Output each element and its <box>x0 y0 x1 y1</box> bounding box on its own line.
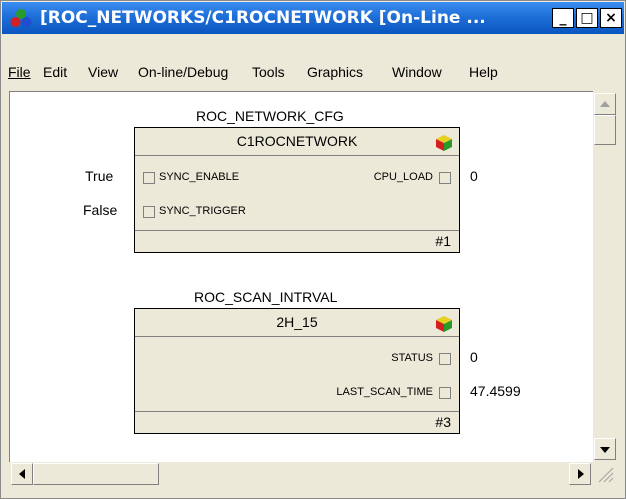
scroll-right-icon <box>578 469 584 479</box>
menu-tools-label: Tools <box>252 64 285 80</box>
block2-instance-name: 2H_15 <box>276 314 318 330</box>
block1-number: #1 <box>435 233 451 249</box>
menu-window[interactable]: Window <box>392 64 442 80</box>
menu-help[interactable]: Help <box>469 64 498 80</box>
cpu-load-label: CPU_LOAD <box>373 171 433 183</box>
horizontal-scrollbar[interactable] <box>9 462 593 486</box>
menu-edit-label: Edit <box>43 64 68 80</box>
horizontal-scroll-thumb[interactable] <box>33 463 159 485</box>
app-window: [ROC_NETWORKS/C1ROCNETWORK [On-Line ... … <box>0 0 626 499</box>
menu-file-label: File <box>8 64 31 80</box>
menu-window-label: Window <box>392 64 442 80</box>
block2-function-block[interactable]: 2H_15 STATUS LAST_SCAN_TIME #3 <box>134 308 460 434</box>
scroll-down-icon <box>600 447 610 453</box>
sync-trigger-value: False <box>83 202 118 218</box>
sync-enable-pin[interactable] <box>143 172 155 184</box>
function-block-cube-icon <box>436 135 452 151</box>
status-label: STATUS <box>391 352 433 364</box>
menu-file[interactable]: File <box>8 64 31 80</box>
diagram-canvas[interactable]: ROC_NETWORK_CFG C1ROCNETWORK SYNC_ENABLE… <box>9 91 594 463</box>
menu-help-label: Help <box>469 64 498 80</box>
vertical-scroll-thumb[interactable] <box>594 115 616 145</box>
scroll-left-icon <box>19 469 25 479</box>
block1-header: C1ROCNETWORK <box>135 128 459 156</box>
block1-function-block[interactable]: C1ROCNETWORK SYNC_ENABLE SYNC_TRIGGER CP… <box>134 127 460 253</box>
resize-grip[interactable] <box>593 462 617 486</box>
cpu-load-pin[interactable] <box>439 172 451 184</box>
menu-bar: File Edit View On-line/Debug Tools Graph… <box>2 61 624 85</box>
vertical-scrollbar[interactable] <box>593 91 617 462</box>
scroll-left-button[interactable] <box>11 463 33 485</box>
scroll-down-button[interactable] <box>594 438 616 460</box>
block2-type-name: ROC_SCAN_INTRVAL <box>194 289 338 305</box>
sync-trigger-pin[interactable] <box>143 206 155 218</box>
last-scan-time-value: 47.4599 <box>470 383 521 399</box>
function-block-cube-icon <box>436 316 452 332</box>
block1-instance-name: C1ROCNETWORK <box>236 133 358 149</box>
scroll-up-icon <box>600 101 610 107</box>
resize-grip-icon <box>598 467 614 483</box>
window-title: [ROC_NETWORKS/C1ROCNETWORK [On-Line ... <box>40 8 486 28</box>
status-value: 0 <box>470 349 478 365</box>
scroll-right-button[interactable] <box>569 463 591 485</box>
menu-view[interactable]: View <box>88 64 118 80</box>
sync-enable-value: True <box>85 168 114 184</box>
maximize-button[interactable]: □ <box>576 8 598 28</box>
scroll-up-button[interactable] <box>594 93 616 115</box>
block2-number: #3 <box>435 414 451 430</box>
sync-trigger-label: SYNC_TRIGGER <box>159 205 246 217</box>
close-button[interactable]: × <box>600 8 622 28</box>
minimize-button[interactable]: _ <box>552 8 574 28</box>
app-icon <box>10 9 32 27</box>
last-scan-time-pin[interactable] <box>439 387 451 399</box>
menu-graphics[interactable]: Graphics <box>307 64 363 80</box>
block1-footer: #1 <box>135 230 459 252</box>
status-pin[interactable] <box>439 353 451 365</box>
sync-enable-label: SYNC_ENABLE <box>159 171 240 183</box>
title-bar[interactable]: [ROC_NETWORKS/C1ROCNETWORK [On-Line ... … <box>2 2 624 34</box>
menu-edit[interactable]: Edit <box>43 64 67 80</box>
menu-graphics-label: Graphics <box>307 64 364 80</box>
menu-tools[interactable]: Tools <box>252 64 285 80</box>
block2-header: 2H_15 <box>135 309 459 337</box>
cpu-load-value: 0 <box>470 168 478 184</box>
menu-online-debug[interactable]: On-line/Debug <box>138 64 228 80</box>
block1-type-name: ROC_NETWORK_CFG <box>196 108 344 124</box>
last-scan-time-label: LAST_SCAN_TIME <box>336 386 433 398</box>
menu-view-label: View <box>88 64 119 80</box>
menu-online-debug-label: On-line/Debug <box>138 64 229 80</box>
block2-footer: #3 <box>135 411 459 433</box>
